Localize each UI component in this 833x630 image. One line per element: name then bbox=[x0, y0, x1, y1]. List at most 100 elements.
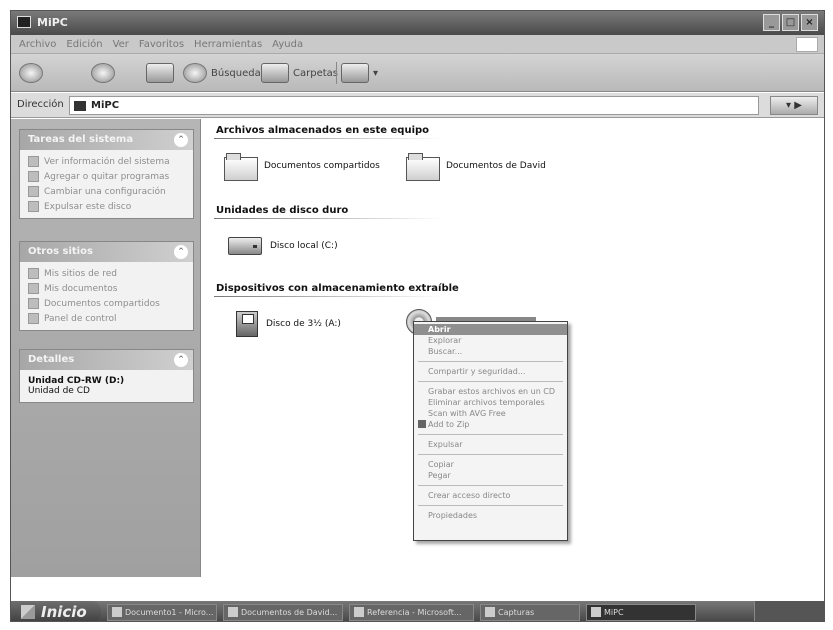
start-button[interactable]: Inicio bbox=[11, 601, 101, 621]
search-button[interactable]: Búsqueda bbox=[183, 61, 261, 85]
item-david-documents[interactable]: Documentos de David bbox=[406, 153, 546, 181]
ie-icon bbox=[228, 607, 238, 617]
zip-icon bbox=[418, 420, 426, 428]
documents-icon bbox=[28, 283, 39, 294]
item-local-disk-c[interactable]: Disco local (C:) bbox=[228, 237, 338, 255]
place-network[interactable]: Mis sitios de red bbox=[20, 266, 193, 281]
search-icon bbox=[183, 63, 207, 83]
menu-archivo[interactable]: Archivo bbox=[19, 39, 56, 50]
taskbar: Inicio Documento1 - Micro... Documentos … bbox=[11, 601, 824, 621]
task-mipc[interactable]: MiPC bbox=[586, 603, 696, 621]
task-pane: Tareas del sistema ⌃ Ver información del… bbox=[11, 119, 201, 577]
task-capturas[interactable]: Capturas bbox=[480, 603, 580, 621]
menu-ayuda[interactable]: Ayuda bbox=[272, 39, 303, 50]
task-change-setting[interactable]: Cambiar una configuración bbox=[20, 184, 193, 199]
menu-delete-temp[interactable]: Eliminar archivos temporales bbox=[414, 397, 567, 408]
menu-ver[interactable]: Ver bbox=[113, 39, 129, 50]
programs-icon bbox=[28, 171, 39, 182]
menu-copy[interactable]: Copiar bbox=[414, 459, 567, 470]
section-hard-disks: Unidades de disco duro bbox=[216, 205, 349, 216]
go-button[interactable]: ▾ ▶ bbox=[770, 96, 818, 115]
word-icon bbox=[112, 607, 122, 617]
folder-icon bbox=[224, 153, 258, 181]
forward-arrow-icon bbox=[91, 63, 115, 83]
menu-properties[interactable]: Propiedades bbox=[414, 510, 567, 521]
folder-icon bbox=[485, 607, 495, 617]
task-referencia[interactable]: Referencia - Microsoft... bbox=[349, 603, 474, 621]
menu-bar: Archivo Edición Ver Favoritos Herramient… bbox=[11, 35, 824, 54]
forward-button[interactable] bbox=[91, 61, 115, 85]
windows-logo-icon bbox=[21, 605, 35, 619]
address-bar: Dirección MiPC ▾ ▶ bbox=[11, 93, 824, 118]
system-tasks-panel: Tareas del sistema ⌃ Ver información del… bbox=[19, 129, 194, 219]
address-value: MiPC bbox=[91, 100, 120, 111]
back-arrow-icon bbox=[19, 63, 43, 83]
menu-create-shortcut[interactable]: Crear acceso directo bbox=[414, 490, 567, 501]
windows-flag-icon bbox=[796, 37, 818, 52]
menu-explore[interactable]: Explorar bbox=[414, 335, 567, 346]
hard-disk-icon bbox=[228, 237, 262, 255]
menu-eject[interactable]: Expulsar bbox=[414, 439, 567, 450]
window-title: MiPC bbox=[37, 16, 68, 29]
menu-sharing[interactable]: Compartir y seguridad... bbox=[414, 366, 567, 377]
task-word[interactable]: Documento1 - Micro... bbox=[107, 603, 217, 621]
place-shared-documents[interactable]: Documentos compartidos bbox=[20, 296, 193, 311]
other-places-panel: Otros sitios ⌃ Mis sitios de red Mis doc… bbox=[19, 241, 194, 331]
search-button-label: Búsqueda bbox=[211, 67, 261, 79]
menu-paste[interactable]: Pegar bbox=[414, 470, 567, 481]
my-computer-icon bbox=[17, 16, 31, 28]
computer-icon bbox=[74, 100, 86, 111]
address-label: Dirección bbox=[17, 99, 64, 110]
menu-burn-cd[interactable]: Grabar estos archivos en un CD bbox=[414, 386, 567, 397]
menu-edicion[interactable]: Edición bbox=[66, 39, 102, 50]
views-icon bbox=[341, 63, 369, 83]
folders-button[interactable]: Carpetas bbox=[261, 61, 338, 85]
up-folder-icon bbox=[146, 63, 174, 83]
menu-search[interactable]: Buscar... bbox=[414, 346, 567, 357]
section-stored-files: Archivos almacenados en este equipo bbox=[216, 125, 430, 136]
details-name: Unidad CD-RW (D:) bbox=[28, 376, 125, 386]
collapse-icon[interactable]: ⌃ bbox=[174, 245, 188, 259]
minimize-button[interactable]: _ bbox=[763, 14, 780, 31]
system-tasks-header[interactable]: Tareas del sistema ⌃ bbox=[20, 130, 193, 150]
toolbar: Búsqueda Carpetas ▾ bbox=[11, 54, 824, 92]
network-icon bbox=[28, 268, 39, 279]
control-panel-icon bbox=[28, 313, 39, 324]
settings-icon bbox=[28, 186, 39, 197]
details-panel: Detalles ⌃ Unidad CD-RW (D:) Unidad de C… bbox=[19, 349, 194, 403]
maximize-button[interactable]: □ bbox=[782, 14, 799, 31]
address-field[interactable]: MiPC bbox=[69, 96, 759, 115]
system-tray bbox=[754, 601, 824, 621]
context-menu: Abrir Explorar Buscar... Compartir y seg… bbox=[413, 321, 568, 541]
back-button[interactable] bbox=[19, 61, 43, 85]
section-removable: Dispositivos con almacenamiento extraíbl… bbox=[216, 283, 459, 294]
close-button[interactable]: × bbox=[801, 14, 818, 31]
collapse-icon[interactable]: ⌃ bbox=[174, 133, 188, 147]
up-folder-button[interactable] bbox=[146, 61, 174, 85]
details-type: Unidad de CD bbox=[28, 386, 90, 396]
task-system-info[interactable]: Ver información del sistema bbox=[20, 154, 193, 169]
floppy-disk-icon bbox=[236, 311, 258, 337]
details-header[interactable]: Detalles ⌃ bbox=[20, 350, 193, 370]
views-button[interactable]: ▾ bbox=[336, 61, 378, 85]
collapse-icon[interactable]: ⌃ bbox=[174, 353, 188, 367]
item-shared-documents[interactable]: Documentos compartidos bbox=[224, 153, 380, 181]
folders-button-label: Carpetas bbox=[293, 67, 338, 79]
menu-scan-avg[interactable]: Scan with AVG Free bbox=[414, 408, 567, 419]
menu-open[interactable]: Abrir bbox=[414, 324, 567, 335]
menu-favoritos[interactable]: Favoritos bbox=[139, 39, 184, 50]
eject-icon bbox=[28, 201, 39, 212]
place-my-documents[interactable]: Mis documentos bbox=[20, 281, 193, 296]
other-places-header[interactable]: Otros sitios ⌃ bbox=[20, 242, 193, 262]
place-control-panel[interactable]: Panel de control bbox=[20, 311, 193, 326]
folders-icon bbox=[261, 63, 289, 83]
task-add-remove[interactable]: Agregar o quitar programas bbox=[20, 169, 193, 184]
menu-add-zip[interactable]: Add to Zip bbox=[414, 419, 567, 430]
folder-icon bbox=[406, 153, 440, 181]
title-bar[interactable]: MiPC _ □ × bbox=[11, 11, 824, 35]
task-documents-david[interactable]: Documentos de David... bbox=[223, 603, 343, 621]
info-icon bbox=[28, 156, 39, 167]
menu-herramientas[interactable]: Herramientas bbox=[194, 39, 262, 50]
item-floppy-a[interactable]: Disco de 3½ (A:) bbox=[236, 311, 341, 337]
task-eject[interactable]: Expulsar este disco bbox=[20, 199, 193, 214]
